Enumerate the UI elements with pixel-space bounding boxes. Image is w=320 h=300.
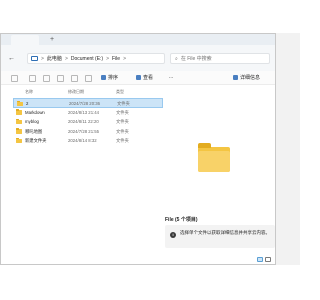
address-bar[interactable]: > 此电脑 > Document (E:) > File > bbox=[27, 53, 165, 64]
details-label: 详细信息 bbox=[240, 75, 261, 81]
breadcrumb-separator: > bbox=[64, 55, 68, 62]
details-info-box: i 选择单个文件以获取详细信息并共享云内容。 bbox=[165, 225, 275, 248]
file-date: 2024/8/11 22:20 bbox=[68, 119, 99, 124]
search-icon: ⌕ bbox=[175, 55, 178, 62]
folder-icon bbox=[16, 137, 22, 143]
tab-strip: + bbox=[1, 34, 275, 45]
sort-icon bbox=[101, 75, 106, 80]
desktop-background bbox=[276, 33, 300, 265]
list-item[interactable]: 2 2024/7/28 20:36 文件夹 bbox=[13, 98, 163, 108]
file-date: 2024/7/28 21:55 bbox=[68, 128, 100, 134]
folder-icon bbox=[16, 109, 22, 115]
cut-icon[interactable] bbox=[29, 75, 36, 82]
new-item-icon[interactable] bbox=[11, 75, 18, 82]
breadcrumb-separator: > bbox=[106, 55, 110, 62]
paste-icon[interactable] bbox=[57, 75, 64, 82]
search-input[interactable]: ⌕ 在 File 中搜索 bbox=[170, 53, 270, 64]
folder-icon bbox=[16, 128, 22, 134]
copy-icon[interactable] bbox=[43, 75, 50, 82]
breadcrumb-this-pc[interactable]: 此电脑 bbox=[47, 55, 62, 62]
details-info-text: 选择单个文件以获取详细信息并共享云内容。 bbox=[180, 230, 270, 235]
tiles-view-icon[interactable] bbox=[265, 257, 271, 262]
status-bar bbox=[1, 255, 275, 264]
file-type: 文件夹 bbox=[116, 128, 129, 134]
back-icon[interactable]: ← bbox=[7, 54, 16, 63]
file-name: myblog bbox=[25, 119, 39, 124]
breadcrumb-document-drive[interactable]: Document (E:) bbox=[71, 56, 103, 62]
details-title: File (5 个项目) bbox=[165, 217, 198, 223]
file-type: 文件夹 bbox=[116, 119, 129, 124]
info-icon: i bbox=[170, 232, 176, 238]
computer-icon bbox=[31, 56, 38, 61]
file-type: 文件夹 bbox=[116, 109, 129, 115]
view-button[interactable]: 查看 bbox=[136, 74, 153, 81]
large-folder-icon bbox=[198, 143, 230, 172]
list-item[interactable]: 新建文件夹 2024/8/14 8:32 文件夹 bbox=[13, 136, 163, 146]
breadcrumb-file[interactable]: File bbox=[112, 56, 120, 62]
file-type: 文件夹 bbox=[116, 138, 129, 143]
new-tab-button[interactable]: + bbox=[48, 35, 56, 44]
folder-icon bbox=[17, 100, 23, 106]
column-type[interactable]: 类型 bbox=[116, 89, 124, 95]
command-bar: 排序 查看 ... 详细信息 bbox=[1, 71, 275, 85]
tab-file[interactable] bbox=[11, 35, 39, 45]
details-view-icon[interactable] bbox=[257, 257, 263, 262]
search-placeholder: 在 File 中搜索 bbox=[180, 56, 212, 62]
details-pane: File (5 个项目) i 选择单个文件以获取详细信息并共享云内容。 bbox=[163, 85, 275, 264]
folder-icon bbox=[16, 118, 22, 124]
breadcrumb-separator: > bbox=[123, 55, 126, 62]
column-date[interactable]: 修改日期 bbox=[68, 89, 84, 95]
view-icon bbox=[136, 75, 141, 80]
file-explorer-window: + ← → > 此电脑 > Document (E:) > File > ⌕ 在… bbox=[0, 33, 276, 265]
details-icon bbox=[233, 75, 238, 80]
list-item[interactable]: Markdown 2024/8/13 21:44 文件夹 bbox=[13, 108, 163, 118]
more-button[interactable]: ... bbox=[169, 74, 173, 80]
list-item[interactable]: myblog 2024/8/11 22:20 文件夹 bbox=[13, 117, 163, 127]
file-date: 2024/8/13 21:44 bbox=[68, 109, 100, 115]
sort-label: 排序 bbox=[108, 75, 119, 81]
sort-button[interactable]: 排序 bbox=[101, 74, 118, 81]
navigation-bar: ← → > 此电脑 > Document (E:) > File > ⌕ 在 F… bbox=[1, 45, 275, 71]
details-button[interactable]: 详细信息 bbox=[233, 74, 260, 81]
rename-icon[interactable] bbox=[71, 75, 78, 82]
list-item[interactable]: 哪吒地图 2024/7/28 21:55 文件夹 bbox=[13, 127, 163, 137]
file-name: Markdown bbox=[25, 109, 45, 115]
view-label: 查看 bbox=[143, 75, 154, 81]
delete-icon[interactable] bbox=[85, 75, 92, 82]
breadcrumb-separator: > bbox=[41, 55, 44, 62]
file-list: 2 2024/7/28 20:36 文件夹 Markdown 2024/8/13… bbox=[13, 98, 163, 146]
file-name: 哪吒地图 bbox=[25, 128, 43, 134]
file-name: 新建文件夹 bbox=[25, 138, 47, 143]
column-headers: 名称 修改日期 类型 bbox=[13, 89, 163, 97]
column-name[interactable]: 名称 bbox=[25, 89, 33, 95]
file-date: 2024/8/14 8:32 bbox=[68, 138, 97, 143]
